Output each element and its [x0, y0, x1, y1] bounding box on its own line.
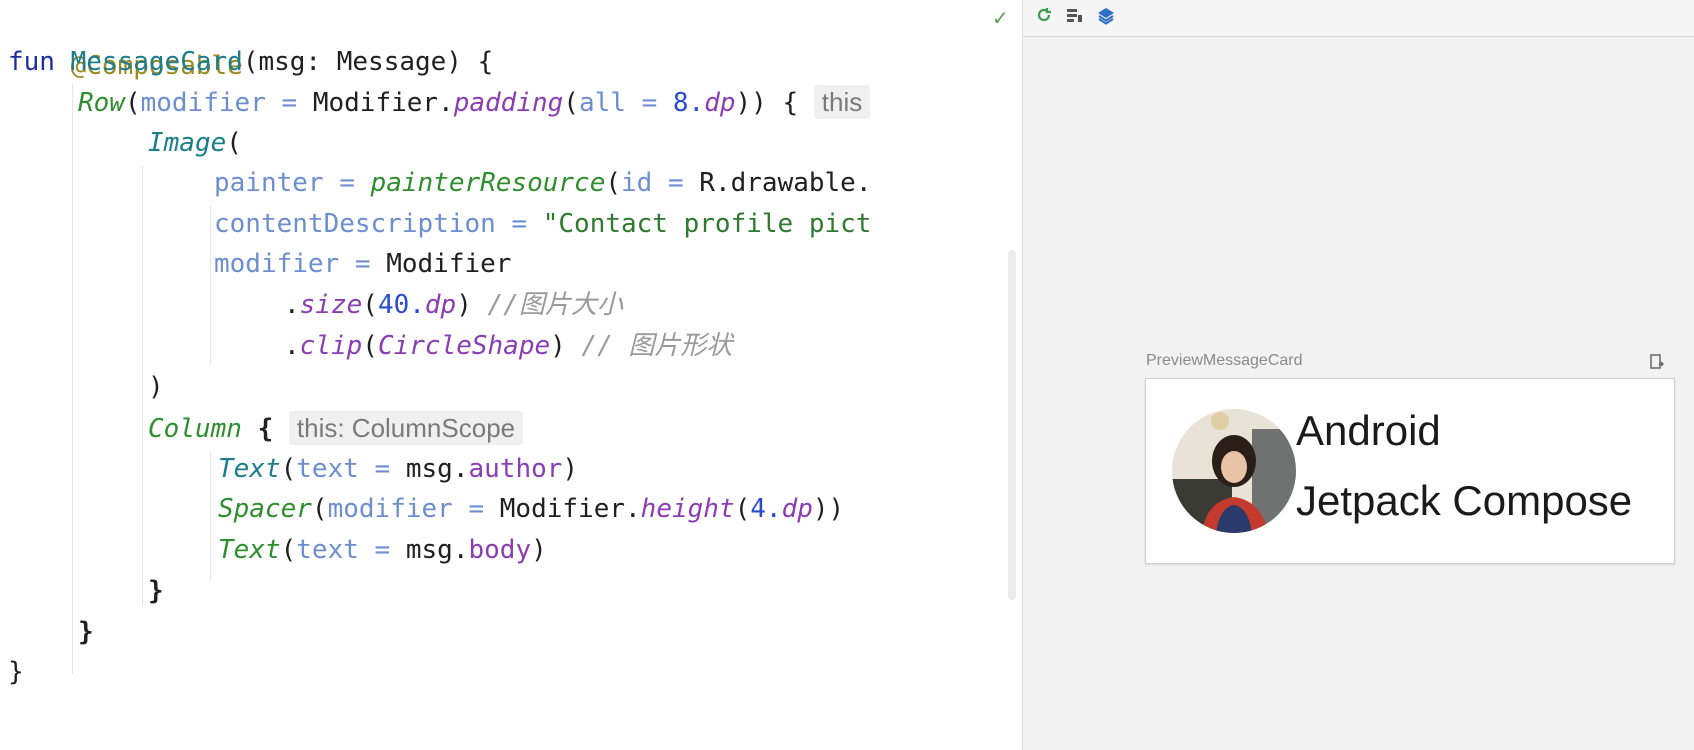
- indent-guide: [210, 452, 211, 582]
- code-line-2: fun MessageCard(msg: Message) {: [8, 47, 494, 77]
- indent-guide: [72, 84, 73, 674]
- indent-guide: [210, 206, 211, 366]
- code-line-1: @Composable: [70, 51, 243, 81]
- editor-scrollbar[interactable]: [1008, 250, 1016, 600]
- layers-icon[interactable]: [1095, 6, 1117, 28]
- code-line-6: contentDescription = "Contact profile pi…: [214, 209, 872, 239]
- message-card-preview[interactable]: Android Jetpack Compose: [1145, 378, 1675, 564]
- code-line-9: .clip(CircleShape) // 图片形状: [284, 331, 733, 361]
- inlay-hint: this: ColumnScope: [288, 411, 524, 445]
- profile-picture: [1172, 409, 1296, 533]
- code-line-7: modifier = Modifier: [214, 249, 512, 279]
- inlay-hint: this: [813, 85, 871, 119]
- code-line-11: Column { this: ColumnScope: [148, 406, 524, 450]
- code-line-15: }: [148, 576, 164, 606]
- inspection-ok-icon[interactable]: ✓: [992, 6, 1009, 30]
- message-author: Android: [1296, 407, 1441, 454]
- code-line-17: }: [8, 657, 24, 687]
- code-line-10: ): [148, 372, 164, 402]
- code-line-4: Image(: [148, 128, 242, 158]
- refresh-icon[interactable]: [1033, 6, 1055, 28]
- preview-toolbar: [1023, 0, 1694, 37]
- message-body: Jetpack Compose: [1296, 477, 1633, 524]
- indent-guide: [142, 166, 143, 606]
- code-line-12: Text(text = msg.author): [218, 454, 579, 484]
- code-line-13: Spacer(modifier = Modifier.height(4.dp)): [218, 494, 845, 524]
- deploy-device-icon[interactable]: [1650, 354, 1664, 370]
- code-line-8: .size(40.dp) //图片大小: [284, 290, 623, 320]
- code-line-16: }: [78, 617, 94, 647]
- code-editor[interactable]: @Composable fun MessageCard(msg: Message…: [0, 0, 1022, 750]
- code-line-14: Text(text = msg.body): [218, 535, 547, 565]
- code-line-3: Row(modifier = Modifier.padding(all = 8.…: [78, 80, 871, 124]
- compose-preview-pane: PreviewMessageCard Android Jetpack Compo…: [1022, 0, 1694, 750]
- layout-icon[interactable]: [1063, 6, 1085, 28]
- code-line-5: painter = painterResource(id = R.drawabl…: [214, 168, 872, 198]
- preview-title: PreviewMessageCard: [1146, 352, 1303, 369]
